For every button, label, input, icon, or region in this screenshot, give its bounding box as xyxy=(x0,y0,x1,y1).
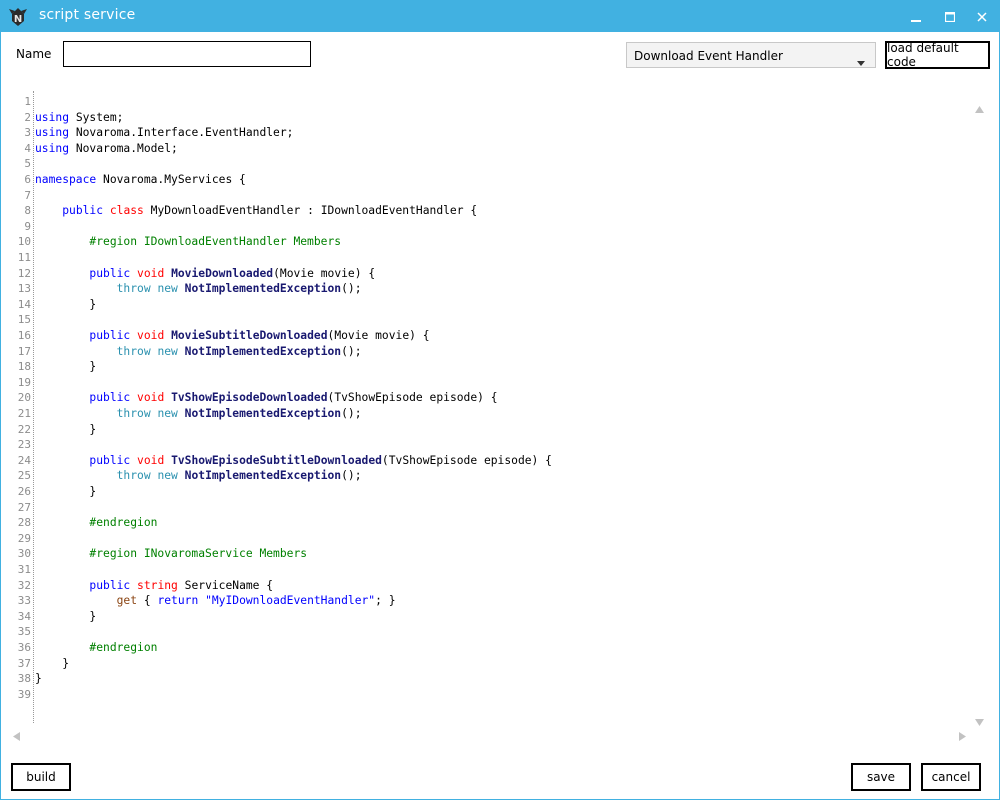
line-number: 9 xyxy=(24,219,31,233)
code-line: get { return "MyIDownloadEventHandler"; … xyxy=(116,594,396,608)
line-number: 11 xyxy=(17,251,31,264)
line-number: 31 xyxy=(17,563,31,576)
maximize-button[interactable] xyxy=(933,1,967,32)
line-number: 7 xyxy=(24,188,31,202)
handler-type-select[interactable]: Download Event Handler xyxy=(626,42,876,68)
code-line: throw new NotImplementedException(); xyxy=(116,344,362,358)
line-number: 20 xyxy=(17,391,31,405)
line-number: 6 xyxy=(24,173,31,186)
code-line: } xyxy=(35,609,97,623)
line-number: 35 xyxy=(17,625,31,639)
scroll-up-icon[interactable] xyxy=(975,98,984,117)
handler-type-value: Download Event Handler xyxy=(634,49,783,63)
line-number: 27 xyxy=(17,500,31,514)
gutter-divider xyxy=(33,91,34,723)
code-line: } xyxy=(35,422,97,436)
code-line: throw new NotImplementedException(); xyxy=(116,282,362,296)
line-number: 14 xyxy=(17,297,31,311)
line-number: 16 xyxy=(17,329,31,342)
line-number: 25 xyxy=(17,469,31,483)
code-line: using Novaroma.Model; xyxy=(35,141,178,155)
close-button[interactable] xyxy=(965,1,999,32)
line-number: 34 xyxy=(17,609,31,623)
code-line: public void TvShowEpisodeDownloaded(TvSh… xyxy=(89,391,498,405)
line-number: 30 xyxy=(17,547,31,561)
title-bar[interactable]: N script service xyxy=(1,1,999,32)
line-number: 15 xyxy=(17,313,31,327)
code-line: } xyxy=(35,485,97,498)
code-line: namespace Novaroma.MyServices { xyxy=(35,173,246,186)
name-input[interactable] xyxy=(63,41,311,67)
line-number: 5 xyxy=(24,157,31,171)
line-number: 10 xyxy=(17,235,31,249)
line-number: 13 xyxy=(17,282,31,296)
code-line: #region INovaromaService Members xyxy=(35,547,308,561)
line-number: 39 xyxy=(17,687,31,701)
minimize-icon xyxy=(911,19,921,22)
code-line: #endregion xyxy=(35,516,158,530)
name-label: Name xyxy=(16,47,52,61)
line-number: 29 xyxy=(17,531,31,545)
line-number: 8 xyxy=(24,204,31,218)
code-line: } xyxy=(35,656,70,670)
code-line: #endregion xyxy=(35,641,158,654)
line-number: 38 xyxy=(17,672,31,686)
svg-text:N: N xyxy=(14,14,22,25)
line-number: 36 xyxy=(17,641,31,654)
line-number: 28 xyxy=(17,516,31,530)
line-number: 26 xyxy=(17,485,31,498)
minimize-button[interactable] xyxy=(899,1,933,32)
line-number: 19 xyxy=(17,375,31,389)
code-line: } xyxy=(35,297,97,311)
code-line: throw new NotImplementedException(); xyxy=(116,469,362,483)
script-service-window: N script service Name Download Event Han… xyxy=(0,0,1000,800)
line-number: 22 xyxy=(17,422,31,436)
close-icon xyxy=(977,11,987,22)
window-title: script service xyxy=(39,7,136,23)
load-default-code-button[interactable]: load default code xyxy=(885,41,990,69)
line-number: 24 xyxy=(17,453,31,467)
line-number: 33 xyxy=(17,594,31,608)
scroll-right-icon[interactable] xyxy=(959,726,966,741)
line-number: 1 xyxy=(24,95,31,108)
code-line: } xyxy=(35,360,97,374)
maximize-icon xyxy=(945,11,955,22)
n-logo-icon: N xyxy=(8,6,28,27)
line-number: 17 xyxy=(17,344,31,358)
code-line: public string ServiceName { xyxy=(89,578,274,592)
line-number: 3 xyxy=(24,126,31,140)
code-line: throw new NotImplementedException(); xyxy=(116,407,362,420)
scroll-left-icon[interactable] xyxy=(13,726,20,741)
line-number: 4 xyxy=(24,141,31,155)
code-line: public void MovieSubtitleDownloaded(Movi… xyxy=(89,329,430,342)
scroll-down-icon[interactable] xyxy=(975,711,984,730)
line-number: 12 xyxy=(17,266,31,280)
code-editor[interactable]: 1 2 3 4 5 6 7 8 9 10 11 12 13 14 15 16 17 18 19 20 21 22 23 24 2… xyxy=(11,91,991,741)
line-number: 21 xyxy=(17,407,31,420)
line-number: 23 xyxy=(17,438,31,452)
code-line: } xyxy=(35,672,42,686)
code-line: public void TvShowEpisodeSubtitleDownloa… xyxy=(89,453,552,467)
code-line: public class MyDownloadEventHandler : ID… xyxy=(62,204,478,218)
code-line: #region IDownloadEventHandler Members xyxy=(35,235,342,249)
line-number: 37 xyxy=(17,656,31,670)
line-number: 18 xyxy=(17,360,31,374)
save-button[interactable]: save xyxy=(851,763,911,791)
cancel-button[interactable]: cancel xyxy=(921,763,981,791)
chevron-down-icon xyxy=(857,52,865,71)
build-button[interactable]: build xyxy=(11,763,71,791)
code-line: using System; xyxy=(35,110,124,124)
line-number: 32 xyxy=(17,578,31,592)
line-number: 2 xyxy=(24,110,31,124)
code-line: public void MovieDownloaded(Movie movie)… xyxy=(89,266,376,280)
code-line: using Novaroma.Interface.EventHandler; xyxy=(35,126,294,140)
line-number-gutter: 1 2 3 4 5 6 7 8 9 10 11 12 13 14 15 16 17 18 19 20 21 22 23 24 2… xyxy=(11,91,33,721)
